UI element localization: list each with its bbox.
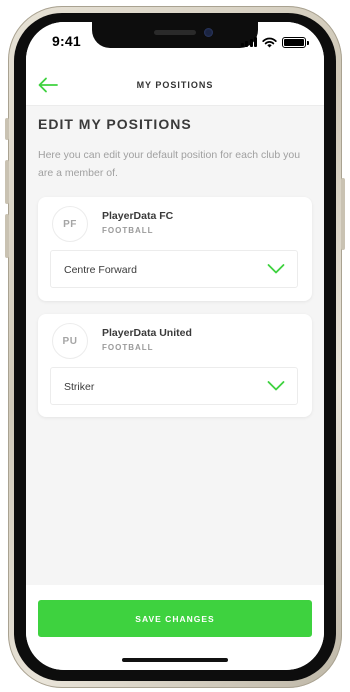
- volume-up-button: [5, 160, 9, 204]
- selected-position: Centre Forward: [64, 264, 137, 276]
- speaker-grille: [154, 30, 196, 35]
- chevron-down-icon: [267, 264, 285, 274]
- save-changes-button[interactable]: SAVE CHANGES: [38, 600, 312, 637]
- selected-position: Striker: [64, 381, 95, 393]
- status-time: 9:41: [52, 33, 81, 49]
- notch: [92, 22, 258, 48]
- app-screen: 9:41 MY POSITIONS EDIT MY POSITIONS Here…: [26, 22, 324, 670]
- front-camera-icon: [204, 28, 213, 37]
- position-select[interactable]: Centre Forward: [50, 250, 298, 288]
- wifi-icon: [262, 37, 277, 47]
- status-icons: [240, 36, 309, 48]
- club-card: PU PlayerData United FOOTBALL Striker: [38, 314, 312, 417]
- club-sport: FOOTBALL: [102, 343, 154, 352]
- club-name: PlayerData United: [102, 327, 192, 339]
- club-sport: FOOTBALL: [102, 226, 154, 235]
- page-description: Here you can edit your default position …: [38, 149, 301, 179]
- header-title: MY POSITIONS: [136, 80, 214, 90]
- position-select[interactable]: Striker: [50, 367, 298, 405]
- battery-icon: [282, 36, 309, 48]
- page-title: EDIT MY POSITIONS: [38, 116, 192, 132]
- club-card: PF PlayerData FC FOOTBALL Centre Forward: [38, 197, 312, 301]
- mute-switch: [5, 118, 9, 140]
- chevron-down-icon: [267, 381, 285, 391]
- volume-down-button: [5, 214, 9, 258]
- status-bar: 9:41: [26, 22, 324, 66]
- footer: SAVE CHANGES: [26, 585, 324, 670]
- club-avatar: PF: [52, 206, 88, 242]
- power-button: [341, 178, 345, 250]
- home-indicator[interactable]: [122, 658, 228, 662]
- cellular-signal-icon: [240, 37, 257, 47]
- app-header: MY POSITIONS: [26, 66, 324, 106]
- club-name: PlayerData FC: [102, 210, 174, 222]
- club-avatar: PU: [52, 323, 88, 359]
